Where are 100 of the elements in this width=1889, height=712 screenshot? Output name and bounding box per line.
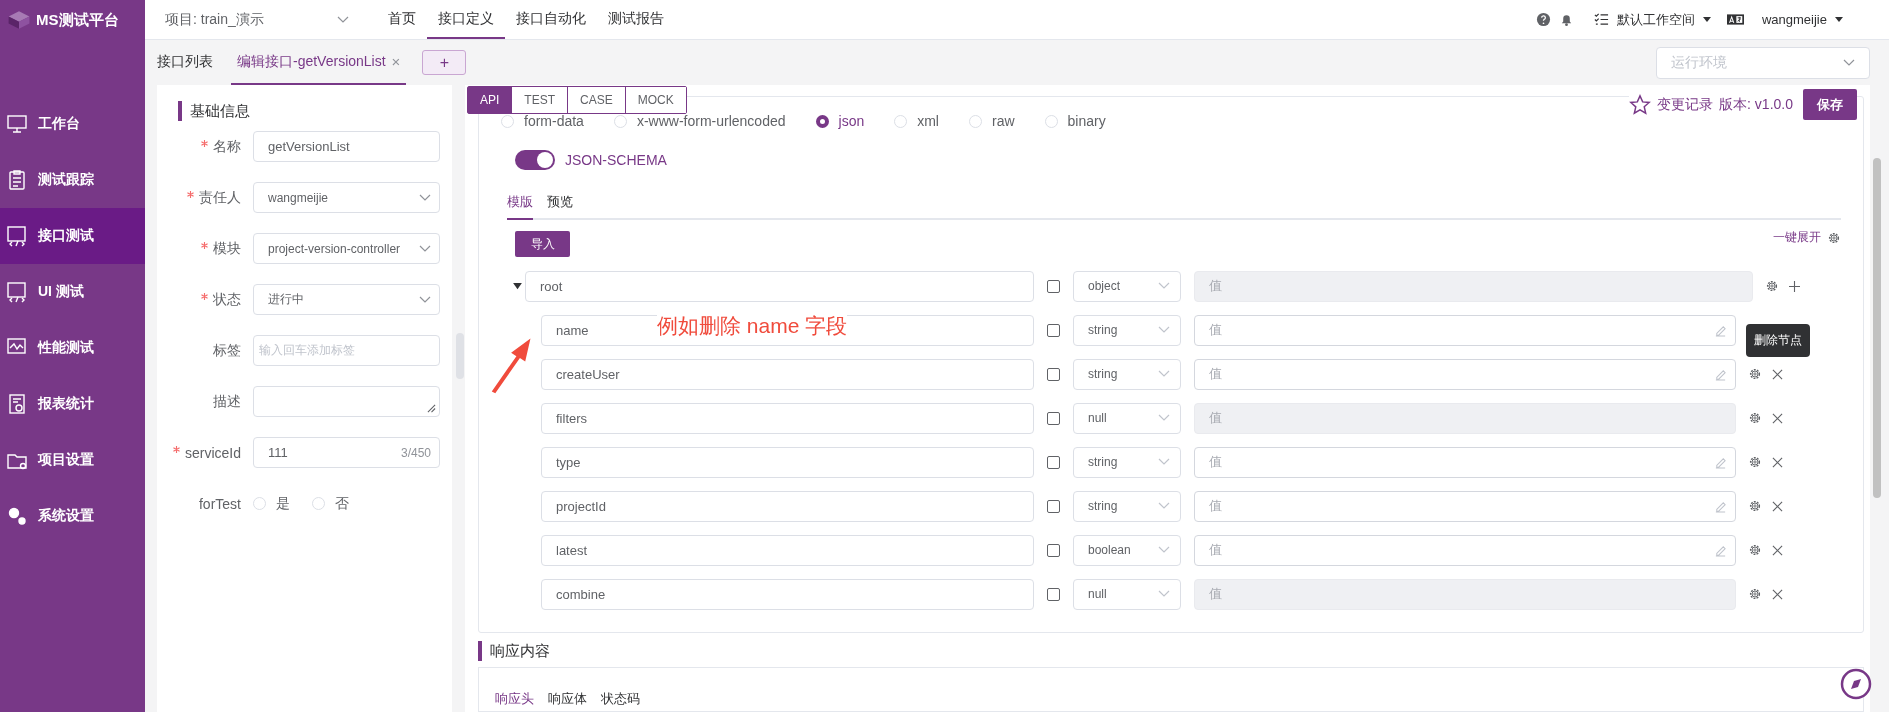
nav-tab[interactable]: 接口定义 [427,0,505,39]
workspace-dropdown[interactable]: 默认工作空间 [1616,10,1695,29]
input-field[interactable]: 111 3/450 [253,437,440,468]
required-checkbox[interactable] [1047,499,1060,513]
version-label: 版本: v1.0.0 [1719,95,1793,114]
nav-tab[interactable]: 测试报告 [597,0,675,39]
field-name-input[interactable]: filters [541,402,1034,434]
close-icon[interactable] [1772,368,1783,380]
scrollbar[interactable] [1873,158,1881,498]
settings-icon[interactable] [1748,411,1762,425]
add-tab-button[interactable]: + [422,50,467,75]
field-label: serviceId [184,444,241,461]
logo-icon [6,9,32,31]
checklist-icon[interactable] [1593,12,1609,27]
type-select[interactable]: null [1073,578,1181,610]
chevron-icon [1158,546,1170,554]
sidebar-item[interactable]: 工作台 [0,96,145,152]
required-checkbox[interactable] [1047,367,1060,381]
field-label: 模块 [213,239,241,258]
compass-icon[interactable] [1840,668,1872,700]
sidebar-item[interactable]: 报表统计 [0,376,145,432]
editor-tab[interactable]: 预览 [547,186,573,220]
expand-all-link[interactable]: 一键展开 [1773,229,1821,246]
field-name-input[interactable]: type [541,446,1034,478]
settings-icon[interactable] [1748,455,1762,469]
body-type-radio[interactable]: raw [969,113,1015,129]
settings-icon[interactable] [1748,543,1762,557]
select-field[interactable]: wangmeijie [253,182,440,213]
settings-icon[interactable] [1748,587,1762,601]
type-select[interactable]: string [1073,490,1181,522]
input-field[interactable]: getVersionList [253,131,440,162]
settings-icon[interactable] [1765,279,1779,293]
sidebar-item[interactable]: 性能测试 [0,320,145,376]
radio-option[interactable]: 是 [253,494,290,513]
chevron-icon [1158,370,1170,378]
required-checkbox[interactable] [1047,587,1060,601]
help-icon[interactable] [1535,12,1551,27]
type-select[interactable]: null [1073,402,1181,434]
nav-tab[interactable]: 首页 [377,0,427,39]
collapse-handle[interactable] [456,333,464,379]
close-icon[interactable] [1772,500,1783,512]
field-name-input[interactable]: root [525,270,1034,302]
add-icon[interactable] [1789,280,1800,292]
change-history-link[interactable]: 变更记录 [1657,95,1714,114]
type-select[interactable]: object [1073,270,1181,302]
sidebar-item[interactable]: UI 测试 [0,264,145,320]
required-checkbox[interactable] [1047,411,1060,425]
body-type-radio[interactable]: json [815,113,865,129]
close-icon[interactable] [1772,588,1783,600]
character-counter: 3/450 [400,445,431,460]
response-tab[interactable]: 响应体 [548,690,587,708]
chevron-icon [1158,282,1170,290]
nav-tab[interactable]: 接口自动化 [505,0,597,39]
save-button[interactable]: 保存 [1803,89,1857,120]
field-name-input[interactable]: createUser [541,358,1034,390]
response-tab[interactable]: 状态码 [601,690,640,708]
sidebar-item[interactable]: 接口测试 [0,208,145,264]
required-checkbox[interactable] [1047,543,1060,557]
field-name-input[interactable]: projectId [541,490,1034,522]
import-button[interactable]: 导入 [515,231,570,257]
radio-option[interactable]: 否 [312,494,349,513]
type-select[interactable]: boolean [1073,534,1181,566]
project-select[interactable]: 项目: train_演示 [165,10,357,29]
body-type-radio[interactable]: xml [894,113,939,129]
mode-tab[interactable]: MOCK [624,87,686,113]
response-tab[interactable]: 响应头 [495,690,534,708]
settings-icon[interactable] [1748,367,1762,381]
body-type-radio[interactable]: binary [1044,113,1106,129]
expand-icon[interactable] [513,282,522,290]
language-icon[interactable] [1726,14,1744,25]
sidebar-item[interactable]: 系统设置 [0,488,145,544]
editor-tab[interactable]: 模版 [507,186,533,220]
close-icon[interactable] [1772,412,1783,424]
settings-icon[interactable] [1748,499,1762,513]
field-name-input[interactable]: latest [541,534,1034,566]
user-dropdown[interactable]: wangmeijie [1761,12,1827,27]
select-field[interactable]: project-version-controller [253,233,440,264]
type-select[interactable]: string [1073,446,1181,478]
field-name-input[interactable]: combine [541,578,1034,610]
toggle-switch[interactable] [515,150,555,170]
toggle-label: JSON-SCHEMA [565,152,667,168]
editor-tab[interactable]: 接口列表 [157,40,219,85]
sidebar-item[interactable]: 测试跟踪 [0,152,145,208]
select-field[interactable]: 进行中 [253,284,440,315]
chevron-icon [1158,326,1170,334]
type-select[interactable]: string [1073,358,1181,390]
required-checkbox[interactable] [1047,323,1060,337]
caret-icon [1702,17,1711,22]
type-select[interactable]: string [1073,314,1181,346]
settings-icon[interactable] [1827,230,1841,245]
field-label: 责任人 [199,188,241,207]
required-checkbox[interactable] [1047,279,1060,293]
chevron-icon [419,295,431,304]
close-icon[interactable] [1772,456,1783,468]
chevron-icon [337,15,349,24]
sidebar-item[interactable]: 项目设置 [0,432,145,488]
required-checkbox[interactable] [1047,455,1060,469]
close-icon[interactable] [1772,544,1783,556]
mode-tab[interactable]: API [468,87,512,113]
star-icon[interactable] [1629,93,1652,116]
